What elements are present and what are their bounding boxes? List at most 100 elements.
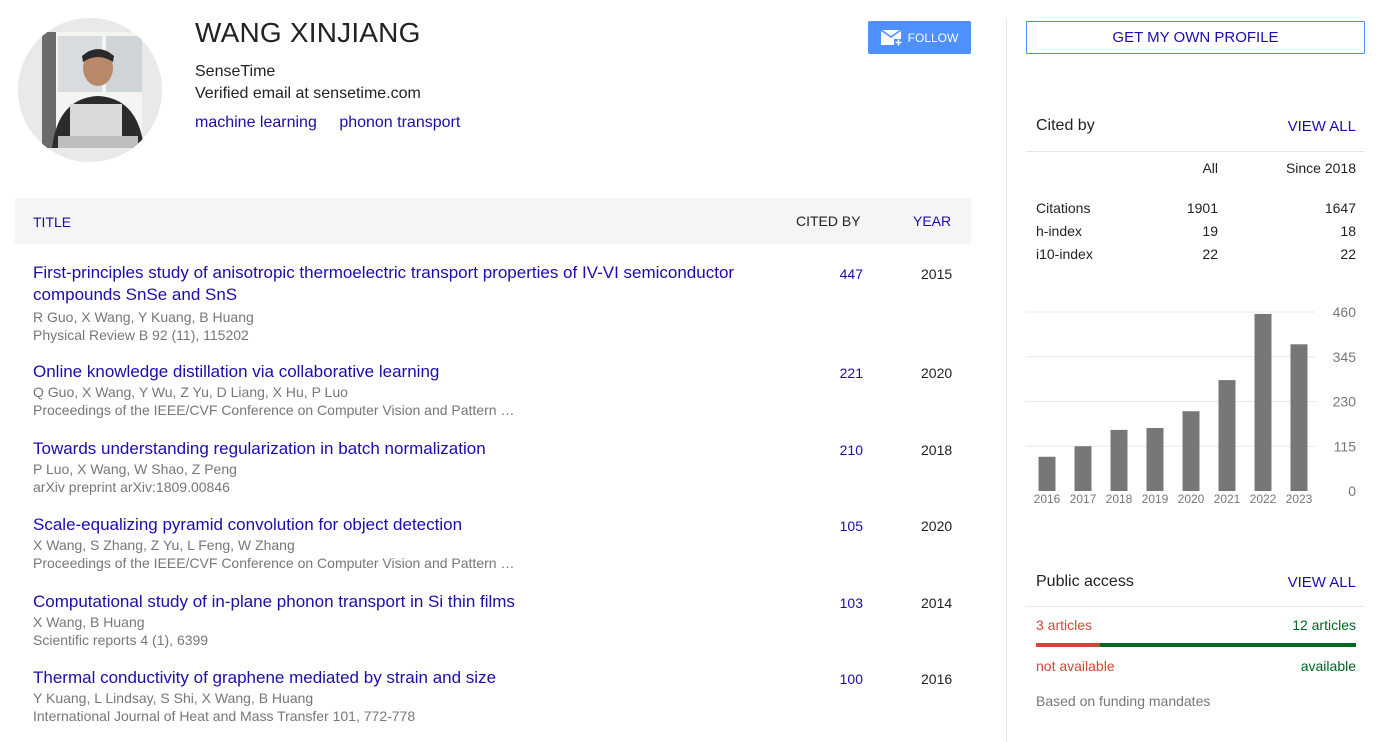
chart-bar-2017[interactable] — [1074, 446, 1092, 491]
chart-y-tick-label: 460 — [1333, 304, 1357, 320]
article-year: 2014 — [921, 595, 953, 611]
article-title-link[interactable]: Scale-equalizing pyramid convolution for… — [33, 514, 793, 536]
stats-label[interactable]: h-index — [1036, 223, 1082, 239]
cited-by-count-link[interactable]: 105 — [840, 518, 863, 534]
chart-y-tick-label: 345 — [1333, 349, 1357, 365]
stats-col-all: All — [1202, 160, 1218, 176]
cited-by-count-link[interactable]: 447 — [840, 266, 863, 282]
profile-affiliation: SenseTime — [195, 63, 276, 80]
table-row: Towards understanding regularization in … — [15, 438, 971, 514]
cited-by-view-all-link[interactable]: VIEW ALL — [1288, 118, 1356, 135]
chart-x-tick-label: 2018 — [1106, 492, 1133, 506]
article-venue: International Journal of Heat and Mass T… — [33, 708, 416, 724]
article-venue: Scientific reports 4 (1), 6399 — [33, 632, 209, 648]
divider — [1026, 606, 1365, 607]
article-authors: P Luo, X Wang, W Shao, Z Peng — [33, 461, 237, 477]
table-row: Thermal conductivity of graphene mediate… — [15, 667, 971, 737]
chart-bar-2018[interactable] — [1110, 429, 1128, 491]
interest-link-machine-learning[interactable]: machine learning — [195, 114, 317, 131]
cited-by-count-link[interactable]: 221 — [840, 365, 863, 381]
chart-x-tick-label: 2023 — [1286, 492, 1313, 506]
available-label: available — [1300, 658, 1356, 674]
article-year: 2018 — [921, 442, 953, 458]
cited-by-count-link[interactable]: 100 — [840, 671, 863, 687]
articles-list: First-principles study of anisotropic th… — [15, 262, 971, 737]
stats-row-citations: Citations 1901 1647 — [1026, 200, 1365, 223]
cited-by-count-link[interactable]: 210 — [840, 442, 863, 458]
get-my-own-profile-button[interactable]: GET MY OWN PROFILE — [1026, 21, 1365, 54]
chart-x-tick-label: 2020 — [1178, 492, 1205, 506]
not-available-label: not available — [1036, 658, 1115, 674]
article-authors: Q Guo, X Wang, Y Wu, Z Yu, D Liang, X Hu… — [33, 384, 348, 400]
sort-by-year[interactable]: YEAR — [913, 213, 951, 229]
stats-label[interactable]: i10-index — [1036, 246, 1093, 262]
mail-icon — [880, 28, 903, 46]
stats-all: 19 — [1202, 223, 1218, 239]
public-access-bar — [1036, 643, 1356, 647]
stats-since: 18 — [1340, 223, 1356, 239]
stats-all: 22 — [1202, 246, 1218, 262]
chart-bar-2019[interactable] — [1146, 427, 1164, 491]
cited-by-header: CITED BY — [796, 213, 861, 229]
articles-table-header: TITLE CITED BY YEAR — [15, 198, 971, 244]
chart-y-tick-label: 115 — [1334, 438, 1357, 454]
article-venue: Physical Review B 92 (11), 115202 — [33, 327, 249, 343]
article-year: 2015 — [921, 266, 953, 282]
article-title-link[interactable]: Online knowledge distillation via collab… — [33, 361, 793, 383]
column-divider — [1006, 18, 1007, 742]
public-access-view-all-link[interactable]: VIEW ALL — [1288, 574, 1356, 591]
cited-by-header: Cited by VIEW ALL — [1026, 117, 1365, 137]
follow-label: FOLLOW — [907, 30, 959, 45]
stats-header-row: All Since 2018 — [1026, 160, 1365, 200]
article-title-link[interactable]: Thermal conductivity of graphene mediate… — [33, 667, 793, 689]
chart-bar-2022[interactable] — [1254, 313, 1272, 491]
not-available-bar-fill — [1036, 643, 1100, 647]
stats-all: 1901 — [1186, 200, 1218, 216]
chart-x-tick-label: 2019 — [1142, 492, 1169, 506]
chart-x-tick-label: 2016 — [1034, 492, 1061, 506]
chart-y-tick-label: 0 — [1348, 483, 1356, 499]
article-title-link[interactable]: First-principles study of anisotropic th… — [33, 262, 793, 306]
research-interests: machine learning phonon transport — [195, 114, 478, 132]
not-available-articles-link[interactable]: 3 articles — [1036, 617, 1092, 633]
chart-x-tick-label: 2021 — [1214, 492, 1241, 506]
profile-name: WANG XINJIANG — [195, 17, 421, 48]
chart-bar-2023[interactable] — [1290, 344, 1308, 491]
stats-since: 1647 — [1324, 200, 1356, 216]
chart-bar-2021[interactable] — [1218, 380, 1236, 491]
profile-email: Verified email at sensetime.com — [195, 85, 421, 102]
available-articles-link[interactable]: 12 articles — [1292, 617, 1356, 633]
cited-by-label: Cited by — [1036, 117, 1095, 134]
profile-photo — [18, 18, 162, 162]
article-authors: X Wang, B Huang — [33, 614, 145, 630]
article-year: 2020 — [921, 365, 953, 381]
article-authors: Y Kuang, L Lindsay, S Shi, X Wang, B Hua… — [33, 690, 314, 706]
stats-since: 22 — [1340, 246, 1356, 262]
funding-mandates-note: Based on funding mandates — [1036, 693, 1211, 709]
chart-bar-2020[interactable] — [1182, 411, 1200, 491]
sort-by-title[interactable]: TITLE — [33, 214, 71, 230]
cited-by-count-link[interactable]: 103 — [840, 595, 863, 611]
citations-per-year-chart: 0 115 230 345 460 2016 2017 2018 2019 2020 2021 202… — [1026, 304, 1357, 506]
interest-link-phonon-transport[interactable]: phonon transport — [339, 114, 460, 131]
article-title-link[interactable]: Towards understanding regularization in … — [33, 438, 793, 460]
table-row: First-principles study of anisotropic th… — [15, 262, 971, 361]
table-row: Online knowledge distillation via collab… — [15, 361, 971, 438]
stats-row-i10-index: i10-index 22 22 — [1026, 246, 1365, 269]
chart-bar-2016[interactable] — [1038, 456, 1056, 491]
article-year: 2020 — [921, 518, 953, 534]
table-row: Computational study of in-plane phonon t… — [15, 591, 971, 667]
divider — [1026, 151, 1365, 152]
chart-x-tick-label: 2017 — [1070, 492, 1097, 506]
stats-label[interactable]: Citations — [1036, 200, 1090, 216]
article-title-link[interactable]: Computational study of in-plane phonon t… — [33, 591, 793, 613]
citation-stats-table: All Since 2018 Citations 1901 1647 h-ind… — [1026, 160, 1365, 269]
article-venue: arXiv preprint arXiv:1809.00846 — [33, 479, 230, 495]
public-access-header: Public access VIEW ALL — [1026, 573, 1365, 593]
article-venue: Proceedings of the IEEE/CVF Conference o… — [33, 555, 515, 571]
article-year: 2016 — [921, 671, 953, 687]
follow-button[interactable]: FOLLOW — [868, 21, 971, 54]
chart-y-tick-label: 230 — [1333, 394, 1357, 410]
public-access-label: Public access — [1036, 573, 1134, 590]
article-authors: X Wang, S Zhang, Z Yu, L Feng, W Zhang — [33, 537, 295, 553]
